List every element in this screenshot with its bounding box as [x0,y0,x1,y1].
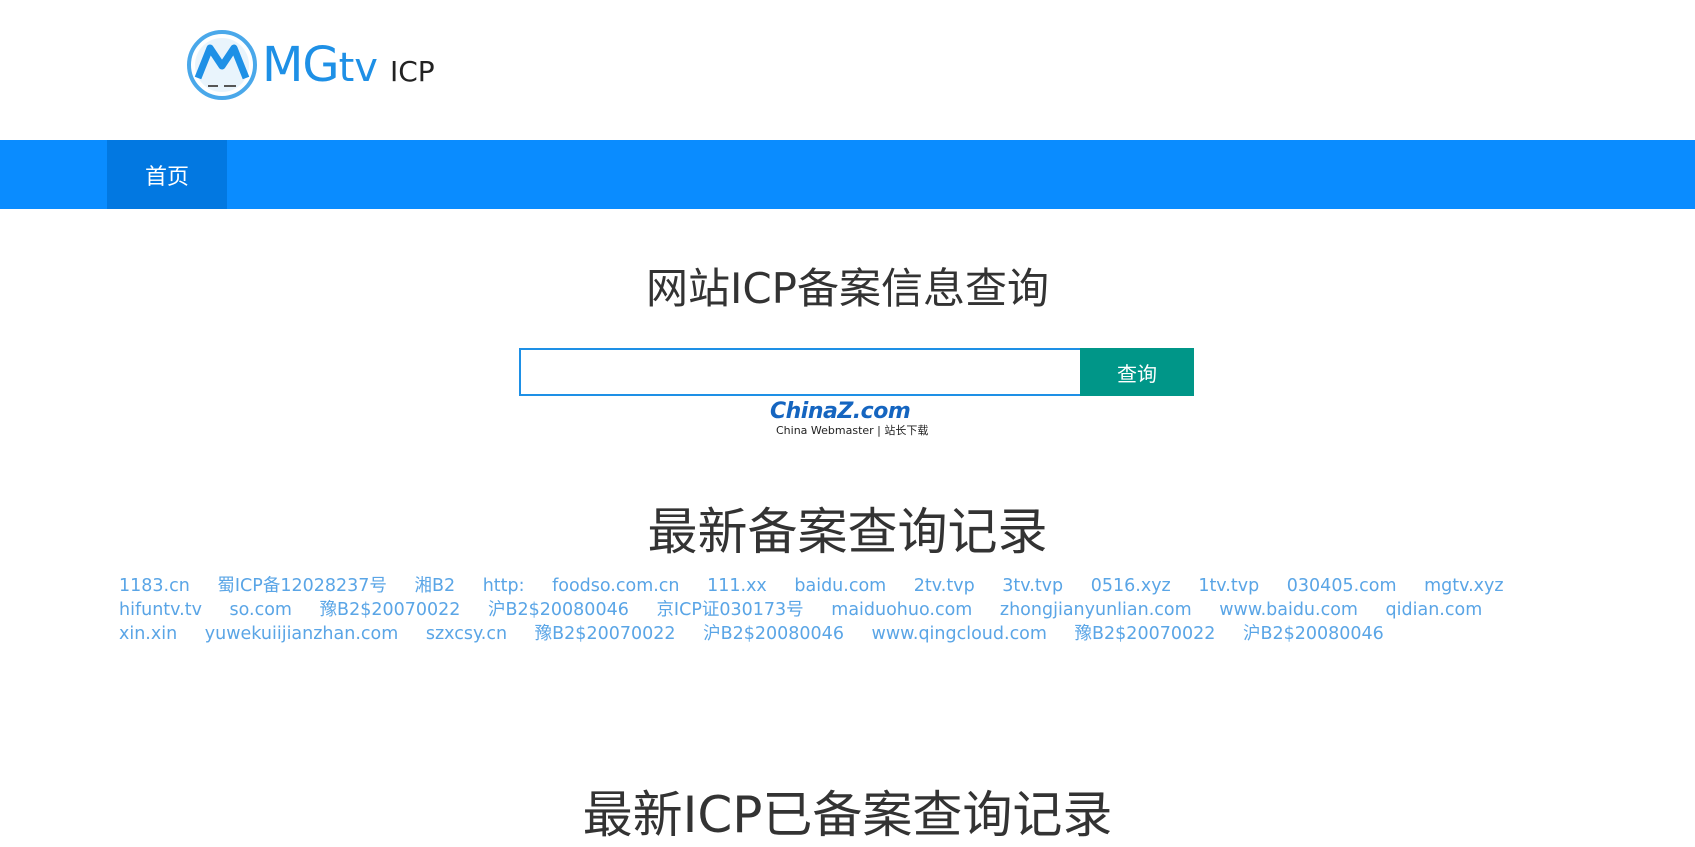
icp-records-title: 最新ICP已备案查询记录 [582,786,1113,844]
record-link[interactable]: 豫B2$20070022 [1075,624,1216,644]
record-link[interactable]: www.qingcloud.com [872,624,1047,644]
record-link[interactable]: foodso.com.cn [552,576,679,596]
logo-suffix: ICP [389,55,435,88]
record-link[interactable]: 沪B2$20080046 [703,624,844,644]
watermark-sub: China Webmaster | 站长下载 [776,424,929,437]
record-link[interactable]: http: [483,576,525,596]
record-link[interactable]: xin.xin [119,624,177,644]
main-navbar: 首页 [0,140,1695,209]
search-button[interactable]: 查询 [1080,348,1194,396]
record-link[interactable]: hifuntv.tv [119,600,202,620]
site-logo[interactable]: MG tv ICP [184,28,435,102]
search-form: 查询 [519,348,1194,396]
record-link[interactable]: 京ICP证030173号 [656,600,803,620]
record-link[interactable]: 030405.com [1287,576,1397,596]
record-link[interactable]: 沪B2$20080046 [1243,624,1384,644]
recent-records-list: 1183.cn 蜀ICP备12028237号 湘B2 http: foodso.… [119,574,1589,646]
record-link[interactable]: 111.xx [707,576,767,596]
record-link[interactable]: 1183.cn [119,576,190,596]
logo-text: MG tv ICP [262,37,435,93]
record-link[interactable]: qidian.com [1386,600,1483,620]
record-link[interactable]: 3tv.tvp [1002,576,1063,596]
record-link[interactable]: szxcsy.cn [426,624,507,644]
record-link[interactable]: 豫B2$20070022 [535,624,676,644]
record-link[interactable]: 湘B2 [414,576,455,596]
mountain-logo-icon [187,30,257,100]
record-link[interactable]: yuwekuiijianzhan.com [205,624,399,644]
chinaz-watermark: ChinaZ.com China Webmaster | 站长下载 [770,399,929,440]
record-link[interactable]: 2tv.tvp [914,576,975,596]
record-link[interactable]: 沪B2$20080046 [488,600,629,620]
page-title: 网站ICP备案信息查询 [645,264,1050,313]
watermark-brand: ChinaZ.com [770,399,911,424]
logo-brand-mg: MG [262,37,340,93]
record-link[interactable]: zhongjianyunlian.com [1000,600,1192,620]
record-link[interactable]: maiduohuo.com [831,600,972,620]
recent-records-title: 最新备案查询记录 [647,503,1048,561]
record-link[interactable]: 蜀ICP备12028237号 [217,576,387,596]
site-header: MG tv ICP [0,0,1695,140]
record-link[interactable]: mgtv.xyz [1424,576,1503,596]
record-link[interactable]: baidu.com [794,576,886,596]
logo-brand-tv: tv [338,45,378,91]
search-input[interactable] [519,348,1080,396]
nav-item-home[interactable]: 首页 [107,140,227,209]
record-link[interactable]: 豫B2$20070022 [320,600,461,620]
record-link[interactable]: 0516.xyz [1091,576,1171,596]
record-link[interactable]: so.com [230,600,292,620]
record-link[interactable]: www.baidu.com [1219,600,1358,620]
record-link[interactable]: 1tv.tvp [1198,576,1259,596]
